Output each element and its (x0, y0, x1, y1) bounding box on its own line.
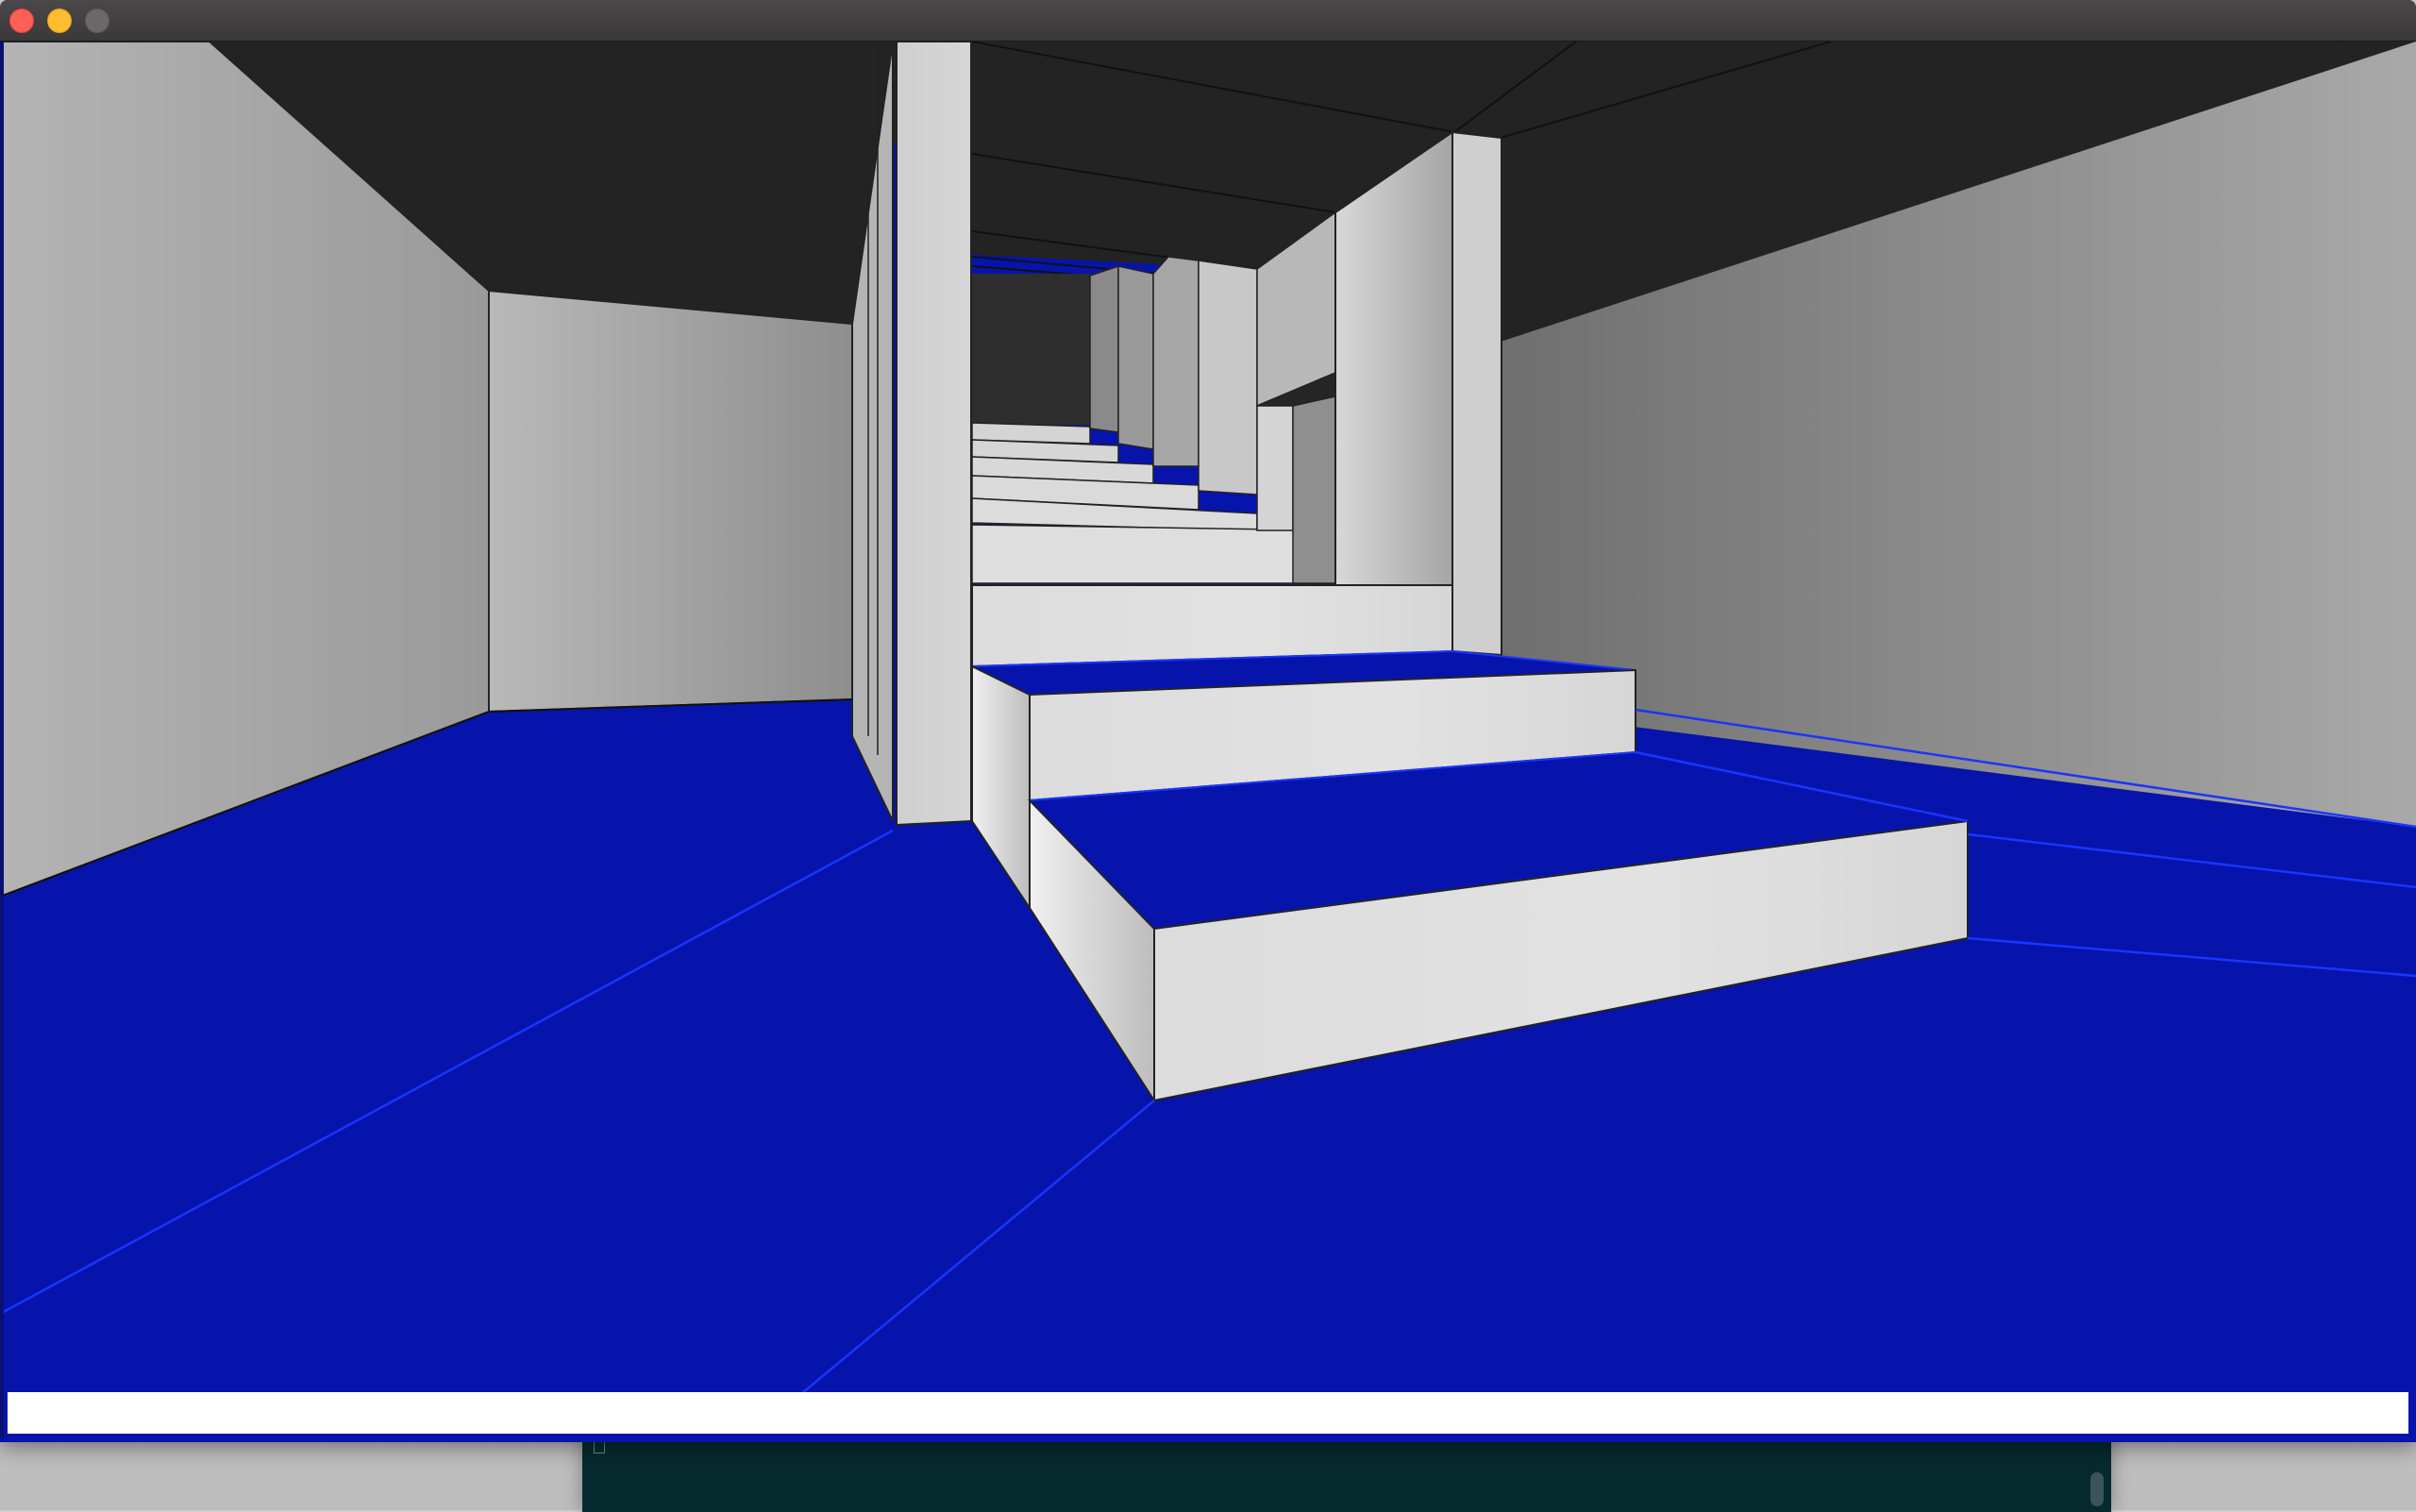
close-button[interactable] (9, 8, 34, 33)
zoom-button[interactable] (85, 8, 109, 33)
terminal-scrollbar[interactable] (2090, 1472, 2104, 1506)
right-pillar-side (1451, 130, 1502, 657)
minimize-button[interactable] (47, 8, 72, 33)
right-pillar-face (1334, 130, 1453, 652)
3d-scene[interactable] (0, 42, 2416, 1442)
window-title-bar[interactable] (0, 0, 2416, 42)
corridor-back (972, 274, 1095, 425)
back-left-wall (488, 289, 853, 714)
3d-viewport[interactable] (0, 42, 2416, 1442)
window-edge (0, 42, 4, 1438)
center-pillar-face (896, 42, 972, 827)
status-bar (8, 1392, 2408, 1434)
terminal-window[interactable] (582, 1435, 2111, 1512)
game-window[interactable] (0, 0, 2416, 1442)
block-cursor-icon (594, 1440, 605, 1453)
